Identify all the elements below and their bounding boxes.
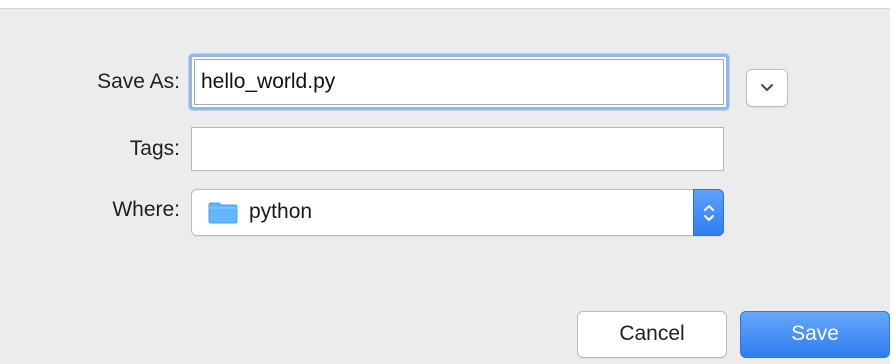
filename-input[interactable]: hello_world.py bbox=[194, 59, 724, 105]
where-stepper[interactable] bbox=[693, 189, 724, 236]
tags-label: Tags: bbox=[129, 137, 180, 160]
chevron-down-icon bbox=[761, 84, 773, 91]
save-button[interactable]: Save bbox=[740, 311, 890, 358]
save-dialog: Save As: hello_world.py Tags: Where: pyt… bbox=[0, 8, 890, 364]
expand-dialog-button[interactable] bbox=[746, 69, 788, 107]
where-label: Where: bbox=[112, 198, 180, 221]
tags-input[interactable] bbox=[191, 127, 724, 171]
up-down-arrows-icon bbox=[704, 205, 714, 221]
folder-icon bbox=[208, 202, 238, 224]
cancel-button[interactable]: Cancel bbox=[577, 311, 727, 358]
filename-field-focus-ring[interactable]: hello_world.py bbox=[189, 54, 729, 110]
where-value: python bbox=[249, 200, 313, 223]
where-popup-button[interactable]: python bbox=[191, 189, 724, 236]
save-as-label: Save As: bbox=[97, 70, 180, 93]
